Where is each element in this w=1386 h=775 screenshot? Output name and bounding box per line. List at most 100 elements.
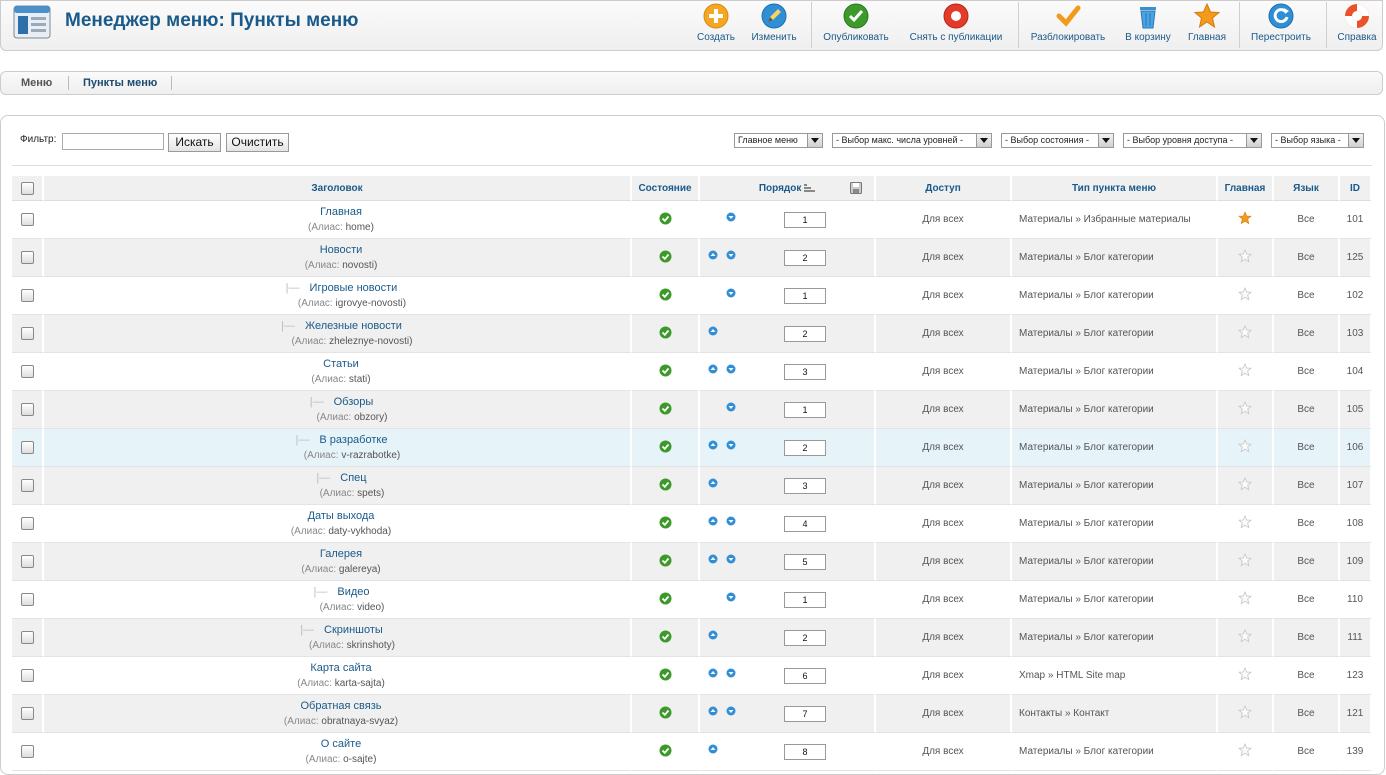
move-down-icon[interactable] <box>726 364 736 374</box>
home-star-icon[interactable] <box>1238 211 1252 228</box>
col-home[interactable]: Главная <box>1218 176 1274 201</box>
clear-button[interactable]: Очистить <box>226 133 289 152</box>
order-input[interactable]: 3 <box>784 364 826 380</box>
home-star-empty-icon[interactable] <box>1237 666 1253 684</box>
order-input[interactable]: 2 <box>784 250 826 266</box>
edit-button[interactable]: Изменить <box>748 2 800 43</box>
order-input[interactable]: 1 <box>784 402 826 418</box>
row-checkbox[interactable] <box>20 631 34 644</box>
order-input[interactable]: 1 <box>784 288 826 304</box>
move-up-icon[interactable] <box>708 364 718 374</box>
move-down-icon[interactable] <box>726 592 736 602</box>
move-up-icon[interactable] <box>708 250 718 260</box>
row-checkbox[interactable] <box>20 593 34 606</box>
language-select[interactable]: - Выбор языка - <box>1271 133 1364 148</box>
help-button[interactable]: Справка <box>1333 2 1381 43</box>
home-star-empty-icon[interactable] <box>1237 628 1253 646</box>
home-star-empty-icon[interactable] <box>1237 248 1253 266</box>
move-down-icon[interactable] <box>726 288 736 298</box>
home-star-empty-icon[interactable] <box>1237 286 1253 304</box>
order-input[interactable]: 2 <box>784 440 826 456</box>
item-title-link[interactable]: Статьи <box>323 358 359 370</box>
save-order-icon[interactable] <box>850 182 862 194</box>
unpublish-button[interactable]: Снять с публикации <box>903 2 1009 43</box>
row-checkbox[interactable] <box>20 403 34 416</box>
published-check-icon[interactable] <box>659 592 672 608</box>
home-star-empty-icon[interactable] <box>1237 362 1253 380</box>
row-checkbox[interactable] <box>20 517 34 530</box>
order-input[interactable]: 3 <box>784 478 826 494</box>
move-up-icon[interactable] <box>708 440 718 450</box>
item-title-link[interactable]: Игровые новости <box>310 282 398 294</box>
move-down-icon[interactable] <box>726 706 736 716</box>
published-check-icon[interactable] <box>659 402 672 418</box>
home-star-empty-icon[interactable] <box>1237 476 1253 494</box>
move-up-icon[interactable] <box>708 554 718 564</box>
published-check-icon[interactable] <box>659 706 672 722</box>
state-select[interactable]: - Выбор состояния - <box>1001 133 1114 148</box>
checkin-button[interactable]: Разблокировать <box>1024 2 1112 43</box>
submenu-item-menus[interactable]: Меню <box>21 77 52 89</box>
col-language[interactable]: Язык <box>1274 176 1340 201</box>
item-title-link[interactable]: Главная <box>320 206 362 218</box>
row-checkbox[interactable] <box>20 707 34 720</box>
move-up-icon[interactable] <box>708 516 718 526</box>
col-title[interactable]: Заголовок <box>44 176 632 201</box>
rebuild-button[interactable]: Перестроить <box>1245 2 1317 43</box>
item-title-link[interactable]: Обзоры <box>334 396 374 408</box>
item-title-link[interactable]: Галерея <box>320 548 362 560</box>
filter-input[interactable] <box>62 133 164 150</box>
item-title-link[interactable]: В разработке <box>319 434 387 446</box>
menu-select[interactable]: Главное меню <box>734 133 823 148</box>
order-input[interactable]: 7 <box>784 706 826 722</box>
search-button[interactable]: Искать <box>168 133 221 152</box>
select-all-checkbox[interactable] <box>20 181 34 195</box>
new-button[interactable]: Создать <box>692 2 740 43</box>
move-up-icon[interactable] <box>708 668 718 678</box>
home-star-empty-icon[interactable] <box>1237 552 1253 570</box>
row-checkbox[interactable] <box>20 669 34 682</box>
published-check-icon[interactable] <box>659 326 672 342</box>
move-down-icon[interactable] <box>726 554 736 564</box>
row-checkbox[interactable] <box>20 441 34 454</box>
move-down-icon[interactable] <box>726 668 736 678</box>
move-up-icon[interactable] <box>708 630 718 640</box>
row-checkbox[interactable] <box>20 289 34 302</box>
order-input[interactable]: 8 <box>784 744 826 760</box>
published-check-icon[interactable] <box>659 668 672 684</box>
col-id[interactable]: ID <box>1340 176 1372 201</box>
published-check-icon[interactable] <box>659 630 672 646</box>
item-title-link[interactable]: Спец <box>340 472 366 484</box>
published-check-icon[interactable] <box>659 288 672 304</box>
move-up-icon[interactable] <box>708 744 718 754</box>
item-title-link[interactable]: Даты выхода <box>308 510 375 522</box>
row-checkbox[interactable] <box>20 745 34 758</box>
max-levels-select[interactable]: - Выбор макс. числа уровней - <box>832 133 992 148</box>
home-star-empty-icon[interactable] <box>1237 742 1253 760</box>
order-input[interactable]: 6 <box>784 668 826 684</box>
home-button[interactable]: Главная <box>1183 2 1231 43</box>
published-check-icon[interactable] <box>659 744 672 760</box>
trash-button[interactable]: В корзину <box>1120 2 1176 43</box>
order-input[interactable]: 5 <box>784 554 826 570</box>
access-select[interactable]: - Выбор уровня доступа - <box>1123 133 1262 148</box>
order-input[interactable]: 2 <box>784 630 826 646</box>
publish-button[interactable]: Опубликовать <box>817 2 895 43</box>
move-down-icon[interactable] <box>726 402 736 412</box>
published-check-icon[interactable] <box>659 478 672 494</box>
published-check-icon[interactable] <box>659 250 672 266</box>
move-down-icon[interactable] <box>726 440 736 450</box>
published-check-icon[interactable] <box>659 440 672 456</box>
row-checkbox[interactable] <box>20 251 34 264</box>
published-check-icon[interactable] <box>659 364 672 380</box>
col-access[interactable]: Доступ <box>876 176 1012 201</box>
order-input[interactable]: 4 <box>784 516 826 532</box>
col-type[interactable]: Тип пункта меню <box>1012 176 1218 201</box>
move-down-icon[interactable] <box>726 212 736 222</box>
home-star-empty-icon[interactable] <box>1237 324 1253 342</box>
submenu-item-menu-items[interactable]: Пункты меню <box>83 77 157 89</box>
move-down-icon[interactable] <box>726 250 736 260</box>
item-title-link[interactable]: О сайте <box>321 738 361 750</box>
home-star-empty-icon[interactable] <box>1237 704 1253 722</box>
col-order[interactable]: Порядок <box>700 176 876 201</box>
